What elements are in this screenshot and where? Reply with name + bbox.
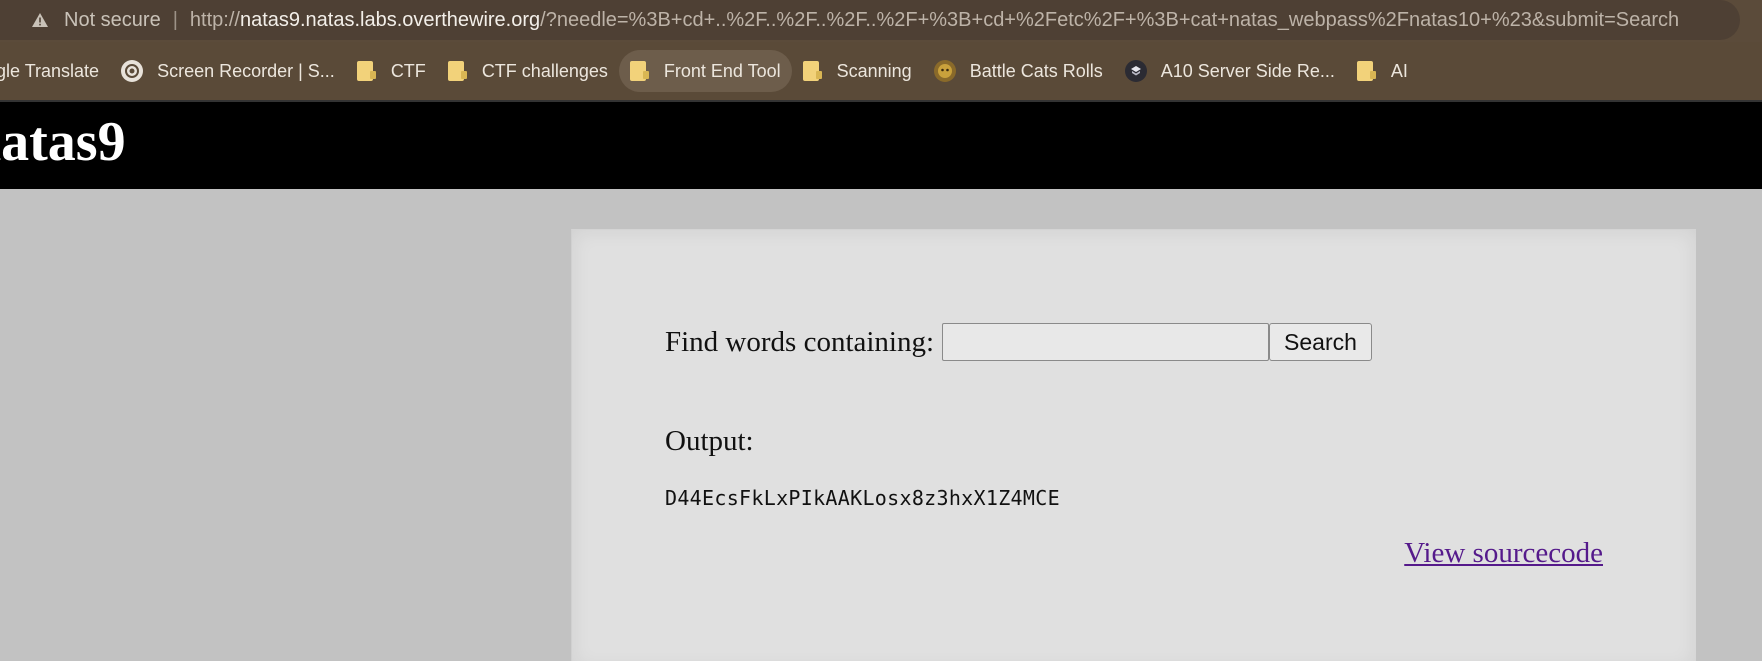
view-sourcecode-link[interactable]: View sourcecode — [1404, 537, 1603, 570]
url-host: natas9.natas.labs.overthewire.org — [239, 8, 541, 31]
address-bar: Not secure | http://natas9.natas.labs.ov… — [0, 0, 1762, 42]
find-label: Find words containing: — [665, 325, 935, 358]
needle-input[interactable] — [942, 323, 1270, 361]
url-path: /?needle=%3B+cd+..%2F..%2F..%2F..%2F+%3B… — [540, 8, 1680, 31]
page-title: natas9 — [0, 111, 126, 173]
folder-icon — [1356, 61, 1376, 81]
warning-icon[interactable] — [30, 10, 50, 30]
bookmark-label: CTF challenges — [481, 60, 608, 81]
output-text: D44EcsFkLxPIkAAKLosx8z3hxX1Z4MCE — [665, 486, 1060, 510]
bookmark-ctf[interactable]: CTF — [346, 50, 437, 92]
bookmark-label: Battle Cats Rolls — [969, 60, 1103, 81]
folder-icon — [447, 61, 467, 81]
content-panel: Find words containing: Search Output: D4… — [571, 229, 1696, 661]
browser-chrome: Not secure | http://natas9.natas.labs.ov… — [0, 0, 1762, 100]
search-form: Find words containing: Search — [665, 323, 1372, 361]
output-label: Output: — [665, 425, 754, 457]
battle-cats-icon — [933, 60, 956, 82]
bookmark-label: Front End Tool — [663, 60, 781, 81]
book-icon — [1124, 60, 1147, 82]
bookmark-label: AI — [1390, 60, 1408, 81]
bookmark-label: Scanning — [836, 60, 912, 81]
bookmark-ai[interactable]: AI — [1346, 50, 1419, 92]
bookmark-scanning[interactable]: Scanning — [792, 50, 923, 92]
url-scheme: http:// — [189, 8, 240, 31]
folder-icon — [802, 61, 822, 81]
bookmark-a10-server-side[interactable]: A10 Server Side Re... — [1114, 50, 1346, 92]
page-header: natas9 — [0, 100, 1762, 189]
recorder-icon — [121, 60, 144, 82]
bookmark-front-end-tool[interactable]: Front End Tool — [618, 50, 792, 92]
url-separator: | — [172, 8, 178, 31]
bookmarks-bar: gle Translate Screen Recorder | S... CTF… — [0, 48, 1762, 94]
bookmark-translate[interactable]: gle Translate — [0, 50, 110, 92]
bookmark-label: gle Translate — [0, 60, 100, 81]
bookmark-battle-cats-rolls[interactable]: Battle Cats Rolls — [923, 50, 1114, 92]
folder-icon — [356, 61, 376, 81]
search-button[interactable]: Search — [1269, 323, 1372, 361]
bookmark-label: A10 Server Side Re... — [1160, 60, 1335, 81]
security-label[interactable]: Not secure — [64, 9, 161, 32]
url-field[interactable]: Not secure | http://natas9.natas.labs.ov… — [0, 0, 1740, 40]
bookmark-label: Screen Recorder | S... — [157, 60, 335, 81]
folder-icon — [629, 61, 649, 81]
bookmark-screen-recorder[interactable]: Screen Recorder | S... — [110, 50, 346, 92]
bookmark-ctf-challenges[interactable]: CTF challenges — [437, 50, 619, 92]
bookmark-label: CTF — [390, 60, 426, 81]
